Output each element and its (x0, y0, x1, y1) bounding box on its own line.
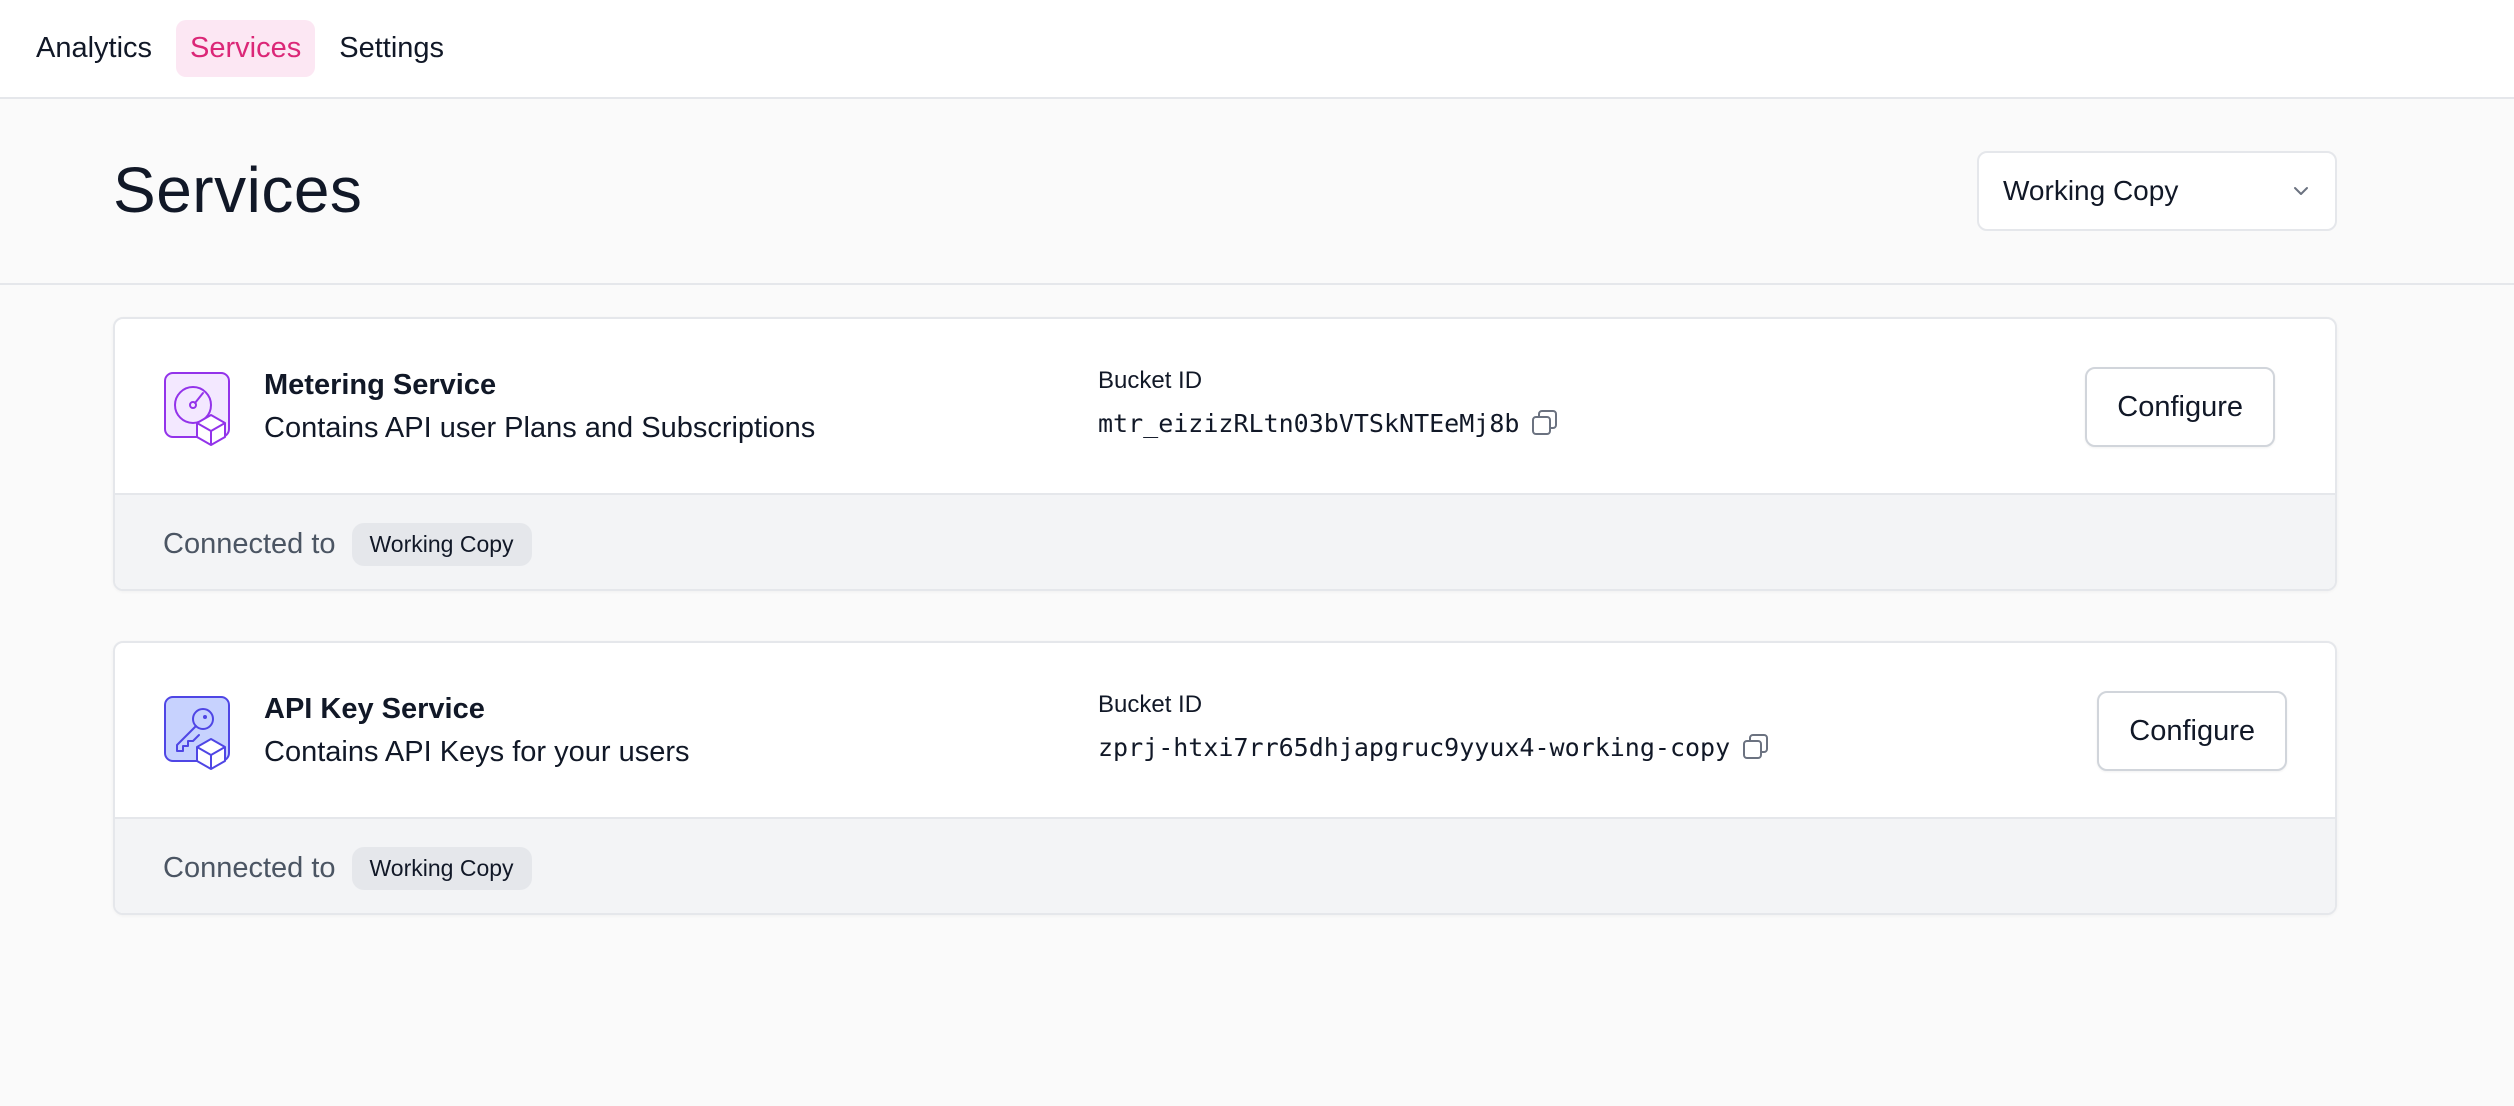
environment-badge: Working Copy (351, 846, 532, 890)
copy-icon[interactable] (1529, 407, 1561, 439)
environment-badge: Working Copy (351, 522, 532, 566)
bucket-id: mtr_eizizRLtn03bVTSkNTEeMj8b (1098, 408, 1520, 438)
page-header: Services Working Copy (0, 99, 2514, 285)
environment-select-value: Working Copy (2003, 175, 2179, 206)
service-info: API Key Service Contains API Keys for yo… (264, 693, 690, 769)
service-name: API Key Service (264, 693, 485, 725)
bucket-info: Bucket ID zprj-htxi7rr65dhjapgruc9yyux4-… (1098, 691, 1772, 763)
tab-services[interactable]: Services (176, 20, 316, 77)
service-card-metering: Metering Service Contains API user Plans… (113, 317, 2337, 591)
bucket-label: Bucket ID (1098, 691, 1203, 718)
configure-button[interactable]: Configure (2097, 691, 2287, 771)
service-card-body: Metering Service Contains API user Plans… (115, 319, 2335, 495)
configure-button[interactable]: Configure (2085, 367, 2275, 447)
api-key-icon (164, 696, 230, 770)
service-info: Metering Service Contains API user Plans… (264, 369, 815, 445)
top-nav: Analytics Services Settings (0, 0, 2514, 99)
tab-analytics[interactable]: Analytics (22, 20, 166, 77)
service-description: Contains API user Plans and Subscription… (264, 412, 816, 444)
metering-gauge-icon (164, 372, 230, 446)
environment-select[interactable]: Working Copy (1977, 151, 2337, 231)
bucket-label: Bucket ID (1098, 367, 1203, 394)
connected-label: Connected to (163, 527, 336, 560)
service-card-footer: Connected to Working Copy (115, 495, 2335, 589)
chevron-down-icon (2294, 187, 2308, 195)
bucket-info: Bucket ID mtr_eizizRLtn03bVTSkNTEeMj8b (1098, 367, 1561, 439)
connected-label: Connected to (163, 851, 336, 884)
service-card-footer: Connected to Working Copy (115, 819, 2335, 913)
tab-settings[interactable]: Settings (325, 20, 458, 77)
service-description: Contains API Keys for your users (264, 736, 690, 768)
copy-icon[interactable] (1740, 731, 1772, 763)
service-name: Metering Service (264, 369, 497, 401)
service-card-body: API Key Service Contains API Keys for yo… (115, 643, 2335, 819)
bucket-id: zprj-htxi7rr65dhjapgruc9yyux4-working-co… (1098, 732, 1731, 762)
page-title: Services (113, 154, 363, 226)
service-card-api-key: API Key Service Contains API Keys for yo… (113, 641, 2337, 915)
